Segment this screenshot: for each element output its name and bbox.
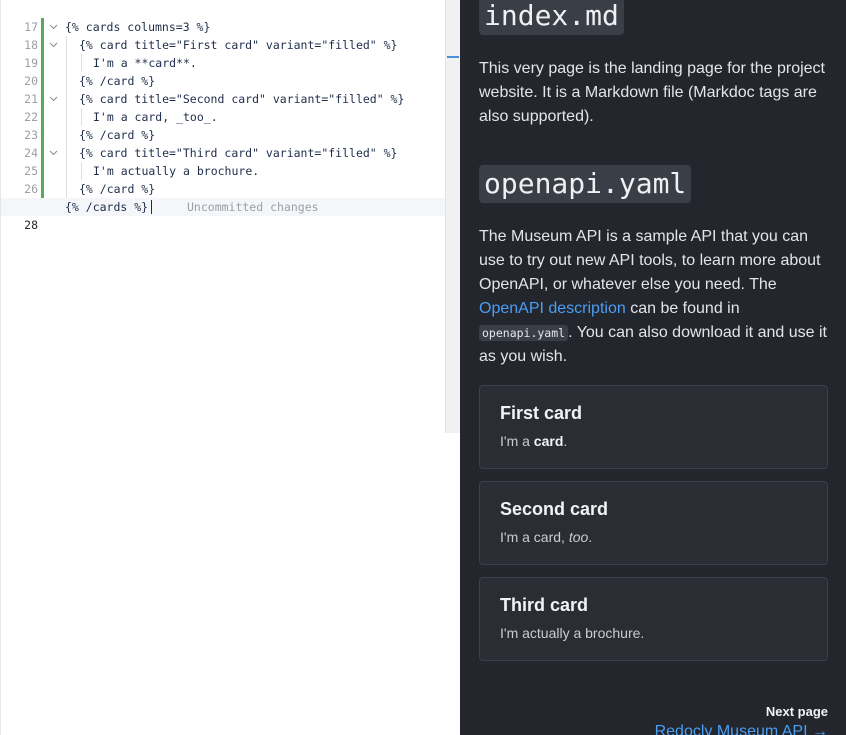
card-body-bold: card: [533, 433, 564, 449]
indent-guide: [66, 108, 67, 126]
openapi-text-part-1: The Museum API is a sample API that you …: [479, 228, 821, 293]
scrollbar-position-marker: [447, 56, 459, 58]
next-page-link[interactable]: Redocly Museum API →: [655, 723, 828, 735]
indent-guide: [66, 162, 67, 180]
openapi-description: The Museum API is a sample API that you …: [479, 225, 831, 369]
editor-scrollbar[interactable]: [445, 0, 460, 433]
card-title: Second card: [500, 499, 609, 519]
card-title: Third card: [500, 595, 589, 615]
editor-line-28[interactable]: 28 {% /cards %} Uncommitted changes: [1, 198, 445, 232]
card-body: I'm actually a brochure.: [500, 625, 644, 641]
editor-line-23[interactable]: 23 I'm a card, _too_.: [1, 108, 445, 142]
card-body: I'm a card, too.: [500, 529, 592, 545]
code-text: {% card title="First card" variant="fill…: [79, 38, 398, 52]
editor-line-27[interactable]: 27 {% /card %}: [1, 180, 445, 214]
code-text: I'm a card, _too_.: [93, 110, 218, 124]
indent-guide: [66, 54, 67, 72]
indent-guide: [66, 90, 67, 108]
fold-chevron-icon[interactable]: [48, 144, 58, 162]
code-text: {% card title="Third card" variant="fill…: [79, 146, 398, 160]
editor-line-20[interactable]: 20 I'm a **card**.: [1, 54, 445, 88]
indent-guide: [81, 54, 82, 72]
card-second[interactable]: Second card I'm a card, too.: [479, 481, 828, 565]
indent-guide: [66, 126, 67, 144]
editor-line-24[interactable]: 24 {% /card %}: [1, 126, 445, 160]
code-text: I'm actually a brochure.: [93, 164, 260, 178]
editor-line-18[interactable]: 18 {% cards columns=3 %}: [1, 18, 445, 52]
editor-line-25[interactable]: 25 {% card title="Third card" variant="f…: [1, 144, 445, 178]
editor-line-17[interactable]: 17: [1, 0, 445, 34]
editor-line-21[interactable]: 21 {% /card %}: [1, 72, 445, 106]
card-body: I'm a card.: [500, 433, 567, 449]
code-text: {% /card %}: [79, 128, 156, 142]
code-text: {% /card %}: [79, 74, 156, 88]
code-text: {% /card %}: [79, 182, 156, 196]
fold-chevron-icon[interactable]: [48, 18, 58, 36]
preview-pane: index.md This very page is the landing p…: [460, 0, 846, 735]
code-text: {% /cards %}: [65, 200, 149, 214]
card-body-text-end: .: [563, 433, 568, 449]
code-text: {% card title="Second card" variant="fil…: [79, 92, 405, 106]
editor-line-22[interactable]: 22 {% card title="Second card" variant="…: [1, 90, 445, 124]
line-number: 28: [24, 218, 38, 232]
editor-line-26[interactable]: 26 I'm actually a brochure.: [1, 162, 445, 196]
card-body-text: I'm a card,: [500, 529, 569, 545]
card-first[interactable]: First card I'm a card.: [479, 385, 828, 469]
code-editor[interactable]: 17 18 {% cards columns=3 %} 19 {% card t…: [0, 0, 460, 735]
indent-guide: [81, 162, 82, 180]
card-body-text: I'm a: [500, 433, 534, 449]
fold-chevron-icon[interactable]: [48, 90, 58, 108]
openapi-yaml-heading: openapi.yaml: [479, 165, 692, 203]
openapi-description-link[interactable]: OpenAPI description: [479, 300, 626, 317]
text-cursor: [151, 200, 152, 214]
next-page-label: Next page: [765, 704, 828, 719]
indent-guide: [66, 36, 67, 54]
indent-guide: [81, 108, 82, 126]
card-body-italic: too: [568, 529, 589, 545]
card-body-text: I'm actually a brochure.: [500, 625, 645, 641]
card-body-text-end: .: [588, 529, 593, 545]
fold-chevron-icon[interactable]: [48, 36, 58, 54]
indent-guide: [66, 72, 67, 90]
indent-guide: [66, 144, 67, 162]
card-third[interactable]: Third card I'm actually a brochure.: [479, 577, 828, 661]
openapi-filename-code: openapi.yaml: [479, 325, 569, 341]
card-title: First card: [500, 403, 583, 423]
openapi-text-part-2: can be found in: [625, 300, 740, 317]
editor-line-19[interactable]: 19 {% card title="First card" variant="f…: [1, 36, 445, 70]
index-description: This very page is the landing page for t…: [479, 60, 825, 125]
code-text: I'm a **card**.: [93, 56, 197, 70]
index-md-heading: index.md: [479, 0, 624, 35]
indent-guide: [66, 180, 67, 198]
code-text: {% cards columns=3 %}: [65, 20, 211, 34]
uncommitted-changes-note: Uncommitted changes: [187, 200, 319, 214]
